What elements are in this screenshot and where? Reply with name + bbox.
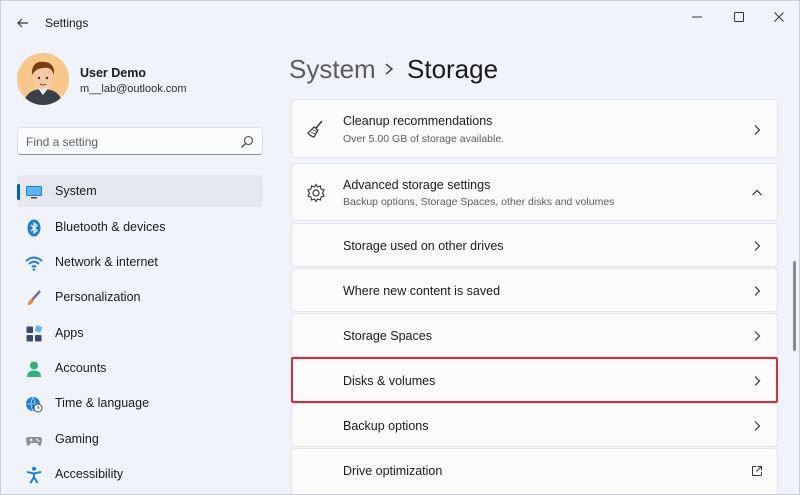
item-label: Backup options [343,419,429,433]
search-icon[interactable] [240,135,254,149]
item-label: Storage Spaces [343,329,432,343]
advanced-storage-settings-card[interactable]: Advanced storage settings Backup options… [291,163,778,221]
item-label: Storage used on other drives [343,239,504,253]
maximize-button[interactable] [725,7,753,27]
apps-icon [26,325,43,342]
search-input[interactable]: Find a setting [26,135,98,149]
minimize-icon [692,16,702,18]
backup-options-item[interactable]: Backup options [291,403,778,447]
chevron-right-icon [754,331,761,341]
nav-label: System [55,184,97,198]
minimize-button[interactable] [683,7,711,27]
user-name: User Demo [80,66,146,80]
nav-item-system[interactable]: System [17,175,263,207]
nav-label: Network & internet [55,255,158,269]
card-subtitle: Backup options, Storage Spaces, other di… [343,196,615,208]
drive-optimization-item[interactable]: Drive optimization [291,448,778,494]
nav-label: Accounts [55,361,107,375]
nav-item-network[interactable]: Network & internet [17,246,263,278]
broom-icon [307,120,323,138]
active-indicator [17,184,20,200]
search-box[interactable]: Find a setting [17,127,263,155]
gamepad-icon [26,437,42,446]
back-button[interactable] [13,13,33,33]
where-new-content-is-saved-item[interactable]: Where new content is saved [291,268,778,312]
nav-label: Personalization [55,290,141,304]
nav-item-gaming[interactable]: Gaming [17,423,263,455]
nav-item-accounts[interactable]: Accounts [17,352,263,384]
chevron-right-icon [754,241,761,251]
chevron-right-icon [754,376,761,386]
nav-label: Apps [55,326,84,340]
chevron-right-icon [754,125,761,135]
clock-globe-icon [26,396,43,413]
brush-icon [28,290,41,305]
breadcrumb-parent[interactable]: System [289,54,376,85]
accessibility-icon [26,466,42,484]
disks-and-volumes-item[interactable]: Disks & volumes [291,358,778,402]
item-label: Drive optimization [343,464,443,478]
close-icon [774,12,784,22]
scrollbar[interactable] [793,261,796,351]
bluetooth-icon [27,219,41,237]
nav-item-personalization[interactable]: Personalization [17,281,263,313]
user-email: m__lab@outlook.com [80,83,187,95]
cleanup-recommendations-card[interactable]: Cleanup recommendations Over 5.00 GB of … [291,99,778,158]
settings-window: Settings User Demo m__lab@outlook.com Fi… [0,0,800,495]
wifi-icon [25,256,43,271]
avatar-image [17,53,69,105]
item-label: Disks & volumes [343,374,436,388]
nav-label: Accessibility [55,467,124,481]
item-label: Where new content is saved [343,284,501,298]
gear-icon [307,183,325,203]
back-arrow-icon [17,18,28,28]
maximize-icon [734,12,744,22]
chevron-up-icon [752,189,762,196]
person-icon [27,361,41,377]
nav-label: Gaming [55,432,99,446]
breadcrumb-separator-icon [385,63,394,75]
card-title: Advanced storage settings [343,178,491,192]
card-title: Cleanup recommendations [343,114,493,128]
chevron-right-icon [754,421,761,431]
close-button[interactable] [765,7,793,27]
nav-item-accessibility[interactable]: Accessibility [17,458,263,490]
app-title: Settings [45,16,89,30]
avatar[interactable] [17,53,69,105]
nav-item-apps[interactable]: Apps [17,317,263,349]
nav-label: Bluetooth & devices [55,220,166,234]
monitor-icon [26,186,42,199]
page-title: Storage [407,54,499,84]
chevron-right-icon [754,286,761,296]
nav-item-bluetooth[interactable]: Bluetooth & devices [17,211,263,243]
nav-label: Time & language [55,396,150,410]
external-link-icon [752,466,762,476]
nav-item-time-language[interactable]: Time & language [17,387,263,419]
storage-used-on-other-drives-item[interactable]: Storage used on other drives [291,223,778,267]
title-bar: Settings [1,1,799,45]
storage-spaces-item[interactable]: Storage Spaces [291,313,778,357]
card-subtitle: Over 5.00 GB of storage available. [343,133,505,145]
